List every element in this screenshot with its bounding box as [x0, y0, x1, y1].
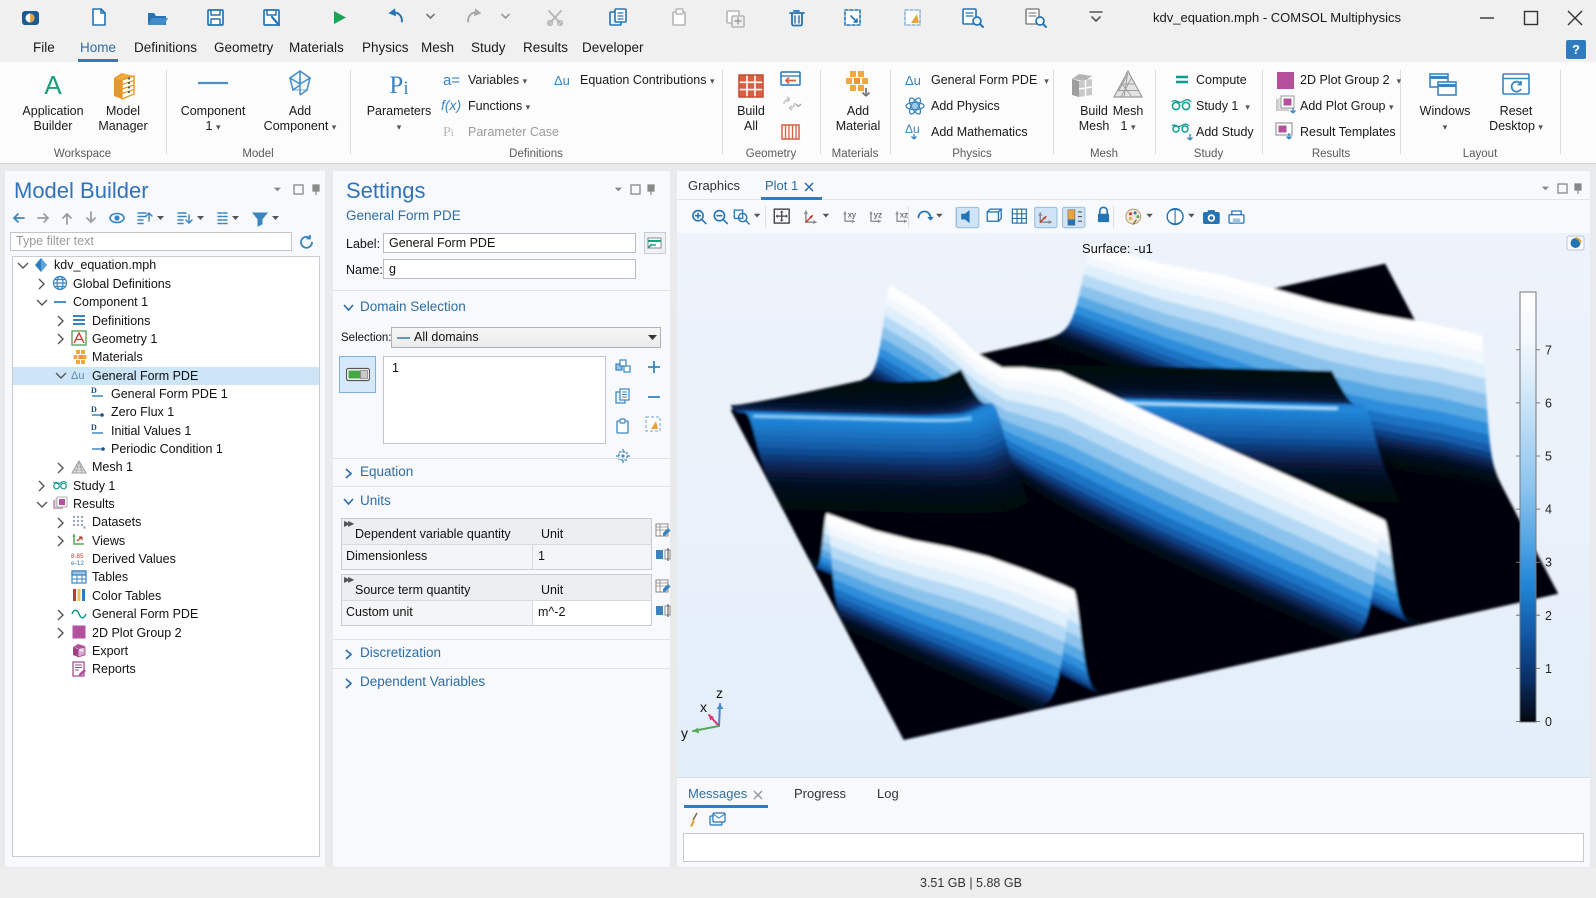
svg-text:8.85: 8.85: [71, 553, 84, 560]
svg-text:D: D: [91, 423, 97, 432]
svg-text:Δu: Δu: [905, 122, 920, 136]
svg-text:Δu: Δu: [554, 73, 570, 88]
svg-text:xy: xy: [848, 210, 857, 220]
svg-text:e-12: e-12: [71, 560, 84, 567]
svg-text:a=: a=: [443, 72, 460, 88]
svg-text:xz: xz: [900, 210, 908, 220]
svg-text:A: A: [44, 72, 62, 98]
svg-text:Pi: Pi: [389, 72, 408, 98]
svg-text:Δu: Δu: [905, 73, 921, 88]
svg-text:Pi: Pi: [443, 125, 454, 139]
svg-text:D: D: [91, 386, 97, 395]
svg-text:Δu: Δu: [71, 370, 84, 382]
svg-text:f(x): f(x): [441, 97, 461, 113]
svg-text:D: D: [91, 405, 97, 414]
svg-text:yz: yz: [874, 210, 882, 220]
